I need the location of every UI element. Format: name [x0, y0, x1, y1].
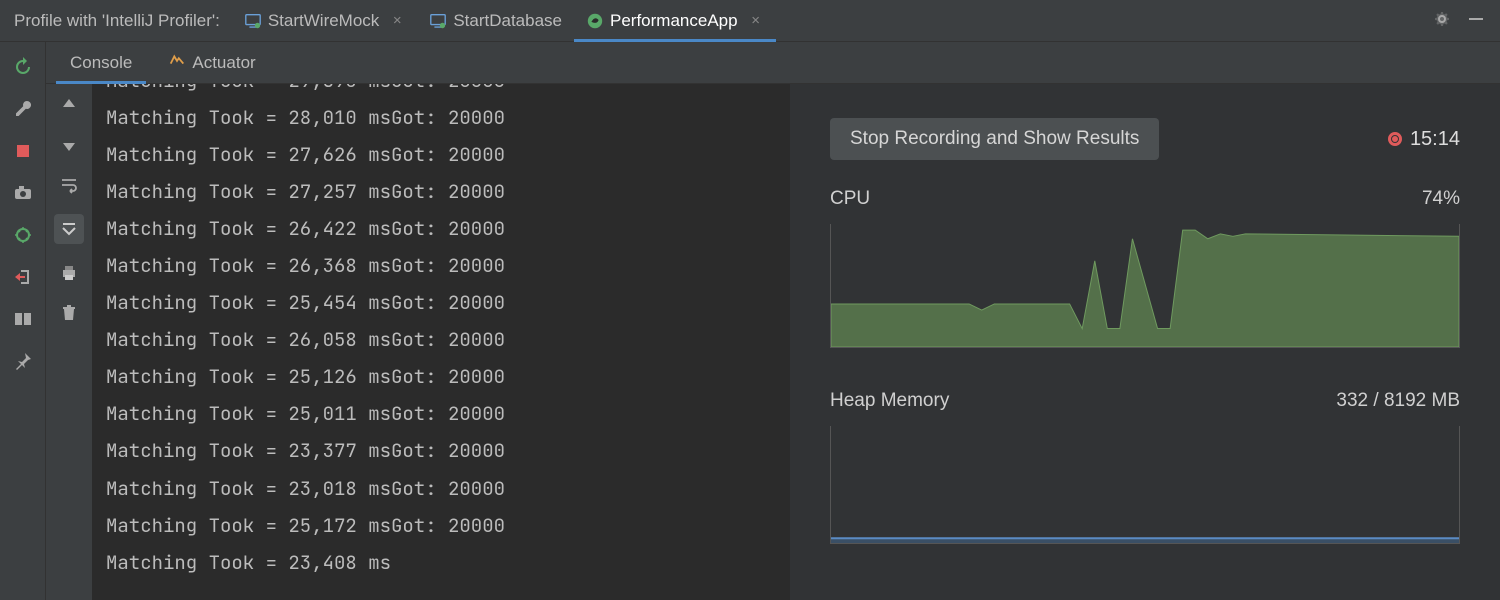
console-line: Matching Took = 25,172 msGot: 20000 — [106, 507, 790, 544]
tab-label: StartDatabase — [453, 11, 562, 31]
tool-gutter-left — [0, 42, 46, 600]
console-line: Matching Took = 28,010 msGot: 20000 — [106, 99, 790, 136]
cpu-value: 74% — [1422, 188, 1460, 210]
stop-recording-button[interactable]: Stop Recording and Show Results — [830, 118, 1159, 160]
minimize-icon[interactable] — [1466, 9, 1486, 32]
heap-label: Heap Memory — [830, 390, 949, 412]
scroll-down-icon[interactable] — [58, 134, 80, 156]
scroll-up-icon[interactable] — [58, 94, 80, 116]
tab-startwiremock[interactable]: StartWireMock × — [232, 0, 417, 41]
console-line: Matching Took = 25,454 msGot: 20000 — [106, 284, 790, 321]
trash-icon[interactable] — [58, 302, 80, 324]
console-tab[interactable]: Console — [56, 42, 146, 83]
stop-icon[interactable] — [12, 140, 34, 162]
console-line: Matching Took = 29,895 msGot: 20000 — [106, 84, 790, 99]
close-icon[interactable]: × — [389, 13, 405, 29]
console-line: Matching Took = 27,257 msGot: 20000 — [106, 173, 790, 210]
recording-timer: 15:14 — [1388, 128, 1460, 151]
pin-icon[interactable] — [12, 350, 34, 372]
profiler-label: Profile with 'IntelliJ Profiler': — [8, 11, 232, 31]
scroll-to-end-icon[interactable] — [54, 214, 84, 244]
tab-label: StartWireMock — [268, 11, 379, 31]
tab-label: PerformanceApp — [610, 11, 738, 31]
gear-icon[interactable] — [1432, 9, 1452, 32]
print-icon[interactable] — [58, 262, 80, 284]
app-icon — [429, 12, 447, 30]
wrench-icon[interactable] — [12, 98, 34, 120]
console-line: Matching Took = 25,126 msGot: 20000 — [106, 358, 790, 395]
actuator-tab[interactable]: Actuator — [154, 42, 269, 83]
run-config-tabs: StartWireMock × StartDatabase Performanc… — [232, 0, 776, 41]
heap-chart — [830, 426, 1460, 544]
tab-performanceapp[interactable]: PerformanceApp × — [574, 0, 776, 41]
tab-startdatabase[interactable]: StartDatabase — [417, 0, 574, 41]
close-icon[interactable]: × — [748, 13, 764, 29]
heap-value: 332 / 8192 MB — [1336, 390, 1460, 412]
rerun-icon[interactable] — [12, 56, 34, 78]
profile-bug-icon[interactable] — [12, 224, 34, 246]
console-action-gutter — [46, 84, 92, 600]
spring-icon — [586, 12, 604, 30]
camera-icon[interactable] — [12, 182, 34, 204]
console-line: Matching Took = 26,058 msGot: 20000 — [106, 321, 790, 358]
exit-icon[interactable] — [12, 266, 34, 288]
console-line: Matching Took = 23,018 msGot: 20000 — [106, 470, 790, 507]
actuator-icon — [168, 51, 186, 74]
console-line: Matching Took = 27,626 msGot: 20000 — [106, 136, 790, 173]
profiler-panel: Stop Recording and Show Results 15:14 CP… — [790, 84, 1500, 600]
console-line: Matching Took = 23,408 ms — [106, 544, 790, 581]
elapsed-time: 15:14 — [1410, 128, 1460, 151]
console-line: Matching Took = 26,368 msGot: 20000 — [106, 247, 790, 284]
layout-icon[interactable] — [12, 308, 34, 330]
tab-label: Console — [70, 53, 132, 73]
console-line: Matching Took = 25,011 msGot: 20000 — [106, 395, 790, 432]
console-tabbar: Console Actuator — [46, 42, 1500, 84]
record-icon — [1388, 132, 1402, 146]
titlebar: Profile with 'IntelliJ Profiler': StartW… — [0, 0, 1500, 42]
soft-wrap-icon[interactable] — [58, 174, 80, 196]
tab-label: Actuator — [192, 53, 255, 73]
console-line: Matching Took = 26,422 msGot: 20000 — [106, 210, 790, 247]
cpu-label: CPU — [830, 188, 870, 210]
cpu-chart — [830, 224, 1460, 348]
console-output[interactable]: Matching Took = 29,895 msGot: 20000Match… — [92, 84, 790, 600]
console-line: Matching Took = 23,377 msGot: 20000 — [106, 432, 790, 469]
app-icon — [244, 12, 262, 30]
